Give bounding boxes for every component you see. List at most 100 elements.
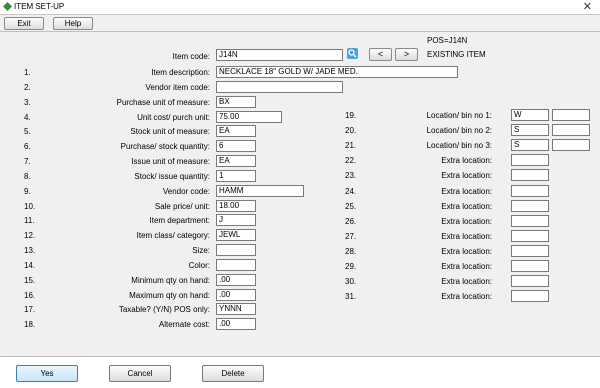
- bin-detail-input[interactable]: [552, 139, 590, 151]
- field-number: 9.: [24, 187, 31, 196]
- field-label: Color:: [188, 261, 210, 270]
- right-field-input[interactable]: [511, 215, 549, 227]
- item-code-input[interactable]: J14N: [216, 49, 343, 61]
- field-label: Issue unit of measure:: [131, 157, 210, 166]
- field-input[interactable]: .00: [216, 318, 256, 330]
- app-icon: [3, 2, 12, 11]
- right-field-input[interactable]: [511, 260, 549, 272]
- right-field-number: 24.: [345, 187, 357, 196]
- field-number: 16.: [24, 291, 36, 300]
- help-button[interactable]: Help: [53, 17, 93, 30]
- field-number: 13.: [24, 246, 36, 255]
- bin-detail-input[interactable]: [552, 109, 590, 121]
- right-field-label: Extra location:: [441, 156, 492, 165]
- field-input[interactable]: [216, 244, 256, 256]
- search-button[interactable]: [347, 48, 358, 59]
- field-label: Alternate cost:: [158, 320, 210, 329]
- field-number: 7.: [24, 157, 31, 166]
- exit-button[interactable]: Exit: [4, 17, 44, 30]
- field-label: Sale price/ unit:: [154, 202, 210, 211]
- right-field-number: 30.: [345, 277, 357, 286]
- right-field-label: Extra location:: [441, 232, 492, 241]
- right-field-number: 20.: [345, 126, 357, 135]
- field-number: 2.: [24, 83, 31, 92]
- right-field-number: 31.: [345, 292, 357, 301]
- field-number: 10.: [24, 202, 36, 211]
- close-icon[interactable]: ✕: [583, 0, 592, 13]
- toolbar: Exit Help: [0, 15, 600, 32]
- right-field-number: 29.: [345, 262, 357, 271]
- field-label: Taxable? (Y/N) POS only:: [118, 305, 210, 314]
- field-input[interactable]: [216, 81, 343, 93]
- field-input[interactable]: JEWL: [216, 229, 256, 241]
- right-field-input[interactable]: [511, 290, 549, 302]
- pos-label: POS=J14N: [427, 36, 468, 45]
- field-input[interactable]: .00: [216, 274, 256, 286]
- field-input[interactable]: 1: [216, 170, 256, 182]
- bottom-bar: Yes Cancel Delete: [0, 356, 600, 388]
- field-input[interactable]: BX: [216, 96, 256, 108]
- right-field-input[interactable]: [511, 230, 549, 242]
- field-input[interactable]: [216, 259, 256, 271]
- item-code-label: Item code:: [172, 52, 210, 61]
- right-field-input[interactable]: W: [511, 109, 549, 121]
- right-field-input[interactable]: S: [511, 124, 549, 136]
- search-icon: [348, 49, 357, 58]
- right-field-input[interactable]: [511, 169, 549, 181]
- right-field-label: Extra location:: [441, 187, 492, 196]
- right-field-input[interactable]: S: [511, 139, 549, 151]
- right-field-label: Extra location:: [441, 247, 492, 256]
- field-label: Stock unit of measure:: [130, 127, 210, 136]
- field-number: 5.: [24, 127, 31, 136]
- field-number: 4.: [24, 113, 31, 122]
- field-number: 3.: [24, 98, 31, 107]
- right-field-number: 25.: [345, 202, 357, 211]
- field-input[interactable]: .00: [216, 289, 256, 301]
- field-label: Purchase/ stock quantity:: [120, 142, 210, 151]
- right-field-number: 22.: [345, 156, 357, 165]
- field-input[interactable]: NECKLACE 18" GOLD W/ JADE MED.: [216, 66, 458, 78]
- right-field-number: 26.: [345, 217, 357, 226]
- field-label: Purchase unit of measure:: [116, 98, 210, 107]
- bin-detail-input[interactable]: [552, 124, 590, 136]
- field-label: Size:: [192, 246, 210, 255]
- item-status: EXISTING ITEM: [427, 50, 486, 59]
- field-input[interactable]: EA: [216, 155, 256, 167]
- right-field-input[interactable]: [511, 275, 549, 287]
- field-input[interactable]: 75.00: [216, 111, 282, 123]
- field-label: Unit cost/ purch unit:: [137, 113, 210, 122]
- field-input[interactable]: YNNN: [216, 303, 256, 315]
- right-field-input[interactable]: [511, 154, 549, 166]
- yes-button[interactable]: Yes: [16, 365, 78, 382]
- next-item-button[interactable]: >: [395, 48, 418, 61]
- field-number: 15.: [24, 276, 36, 285]
- field-label: Vendor code:: [162, 187, 210, 196]
- right-field-label: Extra location:: [441, 262, 492, 271]
- right-field-input[interactable]: [511, 200, 549, 212]
- right-field-number: 19.: [345, 111, 357, 120]
- field-input[interactable]: HAMM: [216, 185, 304, 197]
- right-field-label: Extra location:: [441, 277, 492, 286]
- field-number: 12.: [24, 231, 36, 240]
- right-field-number: 27.: [345, 232, 357, 241]
- right-field-label: Location/ bin no 1:: [426, 111, 492, 120]
- prev-item-button[interactable]: <: [369, 48, 392, 61]
- right-field-label: Extra location:: [441, 292, 492, 301]
- field-label: Stock/ issue quantity:: [134, 172, 210, 181]
- right-field-number: 28.: [345, 247, 357, 256]
- right-field-input[interactable]: [511, 245, 549, 257]
- field-number: 14.: [24, 261, 36, 270]
- field-number: 8.: [24, 172, 31, 181]
- delete-button[interactable]: Delete: [202, 365, 264, 382]
- right-field-input[interactable]: [511, 185, 549, 197]
- field-label: Item description:: [151, 68, 210, 77]
- cancel-button[interactable]: Cancel: [109, 365, 171, 382]
- field-label: Maximum qty on hand:: [129, 291, 210, 300]
- field-input[interactable]: J: [216, 214, 256, 226]
- field-number: 6.: [24, 142, 31, 151]
- field-input[interactable]: EA: [216, 125, 256, 137]
- right-field-label: Location/ bin no 3:: [426, 141, 492, 150]
- field-input[interactable]: 6: [216, 140, 256, 152]
- right-field-number: 23.: [345, 171, 357, 180]
- field-input[interactable]: 18.00: [216, 200, 256, 212]
